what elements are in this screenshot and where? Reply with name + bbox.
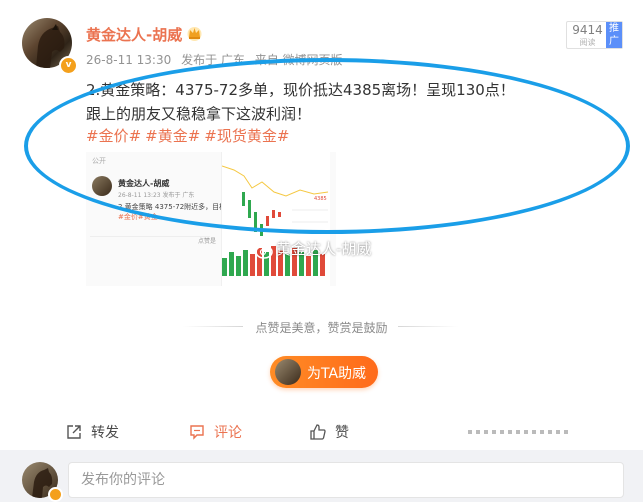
thumb-divider <box>90 236 210 237</box>
like-icon <box>310 424 326 440</box>
repost-icon <box>67 425 81 439</box>
more-dots <box>468 430 568 435</box>
post-card: v 黄金达人-胡威 26-8-11 13:30 发布于 广东 来自 微博网页版 … <box>0 0 643 450</box>
image-watermark: 黄金达人-胡威 <box>276 240 372 258</box>
post-time[interactable]: 26-8-11 13:30 <box>86 53 171 67</box>
support-avatar <box>275 359 301 385</box>
promote-button[interactable]: 推广 <box>606 22 622 48</box>
comment-icon <box>190 425 204 440</box>
highlight-ellipse <box>24 58 630 234</box>
weibo-watermark-icon <box>255 245 273 259</box>
read-count: 9414 <box>572 23 603 37</box>
verified-badge-icon <box>48 487 63 502</box>
like-hint: 点赞是美意，赞赏是鼓励 <box>0 319 643 336</box>
support-label: 为TA助威 <box>307 366 367 382</box>
comment-label: 评论 <box>214 425 242 441</box>
thumb-like-hint: 点赞是 <box>198 238 217 245</box>
username-link[interactable]: 黄金达人-胡威 <box>86 24 182 45</box>
support-button[interactable]: 为TA助威 <box>270 356 378 388</box>
crown-icon <box>187 27 202 41</box>
read-count-box[interactable]: 9414 阅读 推广 <box>566 21 623 49</box>
repost-label: 转发 <box>91 425 119 441</box>
like-hint-text: 点赞是美意，赞赏是鼓励 <box>255 321 388 335</box>
read-label: 阅读 <box>579 38 596 47</box>
like-label: 赞 <box>335 425 349 441</box>
verified-badge-icon: v <box>59 56 78 75</box>
comment-input[interactable]: 发布你的评论 <box>68 462 624 498</box>
